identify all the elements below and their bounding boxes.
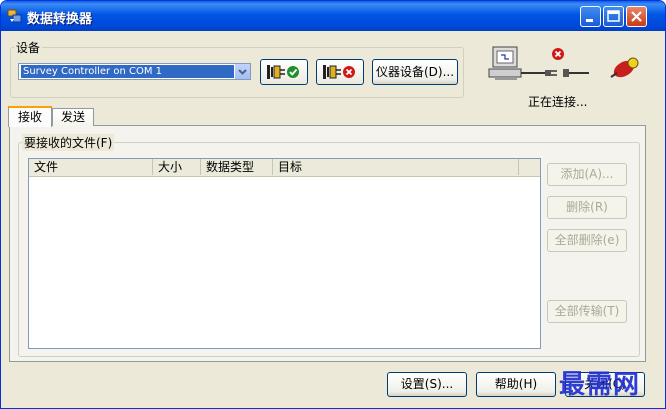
help-button[interactable]: 帮助(H) [476, 372, 556, 397]
column-target[interactable]: 目标 [273, 159, 519, 175]
receive-file-list[interactable]: 文件 大小 数据类型 目标 [28, 158, 541, 349]
add-button[interactable]: 添加(A)... [547, 163, 627, 186]
title-bar[interactable]: 数据转换器 [1, 1, 665, 31]
instrument-device-button[interactable]: 仪器设备(D)... [372, 59, 458, 85]
chevron-down-icon [238, 69, 247, 75]
column-file[interactable]: 文件 [29, 159, 153, 175]
tab-receive[interactable]: 接收 [8, 106, 52, 127]
computer-icon [488, 46, 522, 80]
connection-status-text: 正在连接... [528, 95, 588, 109]
plug-icon [545, 69, 589, 77]
app-transfer-icon [7, 9, 22, 23]
delete-all-button[interactable]: 全部删除(e) [547, 229, 627, 252]
delete-button[interactable]: 删除(R) [547, 196, 627, 219]
device-select[interactable]: Survey Controller on COM 1 [18, 63, 251, 80]
disconnect-icon [323, 65, 355, 79]
instrument-icon [610, 57, 639, 78]
connect-icon [267, 65, 299, 79]
disconnect-button[interactable] [316, 59, 364, 85]
column-data-type[interactable]: 数据类型 [201, 159, 273, 175]
tab-send[interactable]: 发送 [52, 108, 94, 126]
minimize-button[interactable] [580, 6, 601, 27]
close-icon [631, 11, 642, 22]
error-x-icon [552, 48, 564, 60]
close-window-button[interactable] [626, 6, 647, 27]
transfer-all-button[interactable]: 全部传输(T) [547, 300, 627, 323]
device-select-dropdown[interactable] [234, 64, 250, 79]
window-title: 数据转换器 [27, 12, 93, 27]
minimize-icon [586, 19, 593, 22]
maximize-button[interactable] [603, 6, 624, 27]
main-window: 数据转换器 设备 Survey Controller on COM 1 仪器设备… [0, 0, 666, 409]
maximize-icon [607, 10, 620, 22]
device-select-value: Survey Controller on COM 1 [21, 65, 235, 78]
file-list-header: 文件 大小 数据类型 目标 [29, 159, 540, 177]
device-group-label: 设备 [14, 39, 43, 56]
connection-status-graphic [488, 46, 639, 80]
receive-files-label: 要接收的文件(F) [22, 134, 115, 151]
settings-button[interactable]: 设置(S)... [387, 372, 467, 397]
connect-button[interactable] [260, 59, 308, 85]
column-size[interactable]: 大小 [153, 159, 201, 175]
watermark-text: 最需网 [559, 370, 641, 400]
